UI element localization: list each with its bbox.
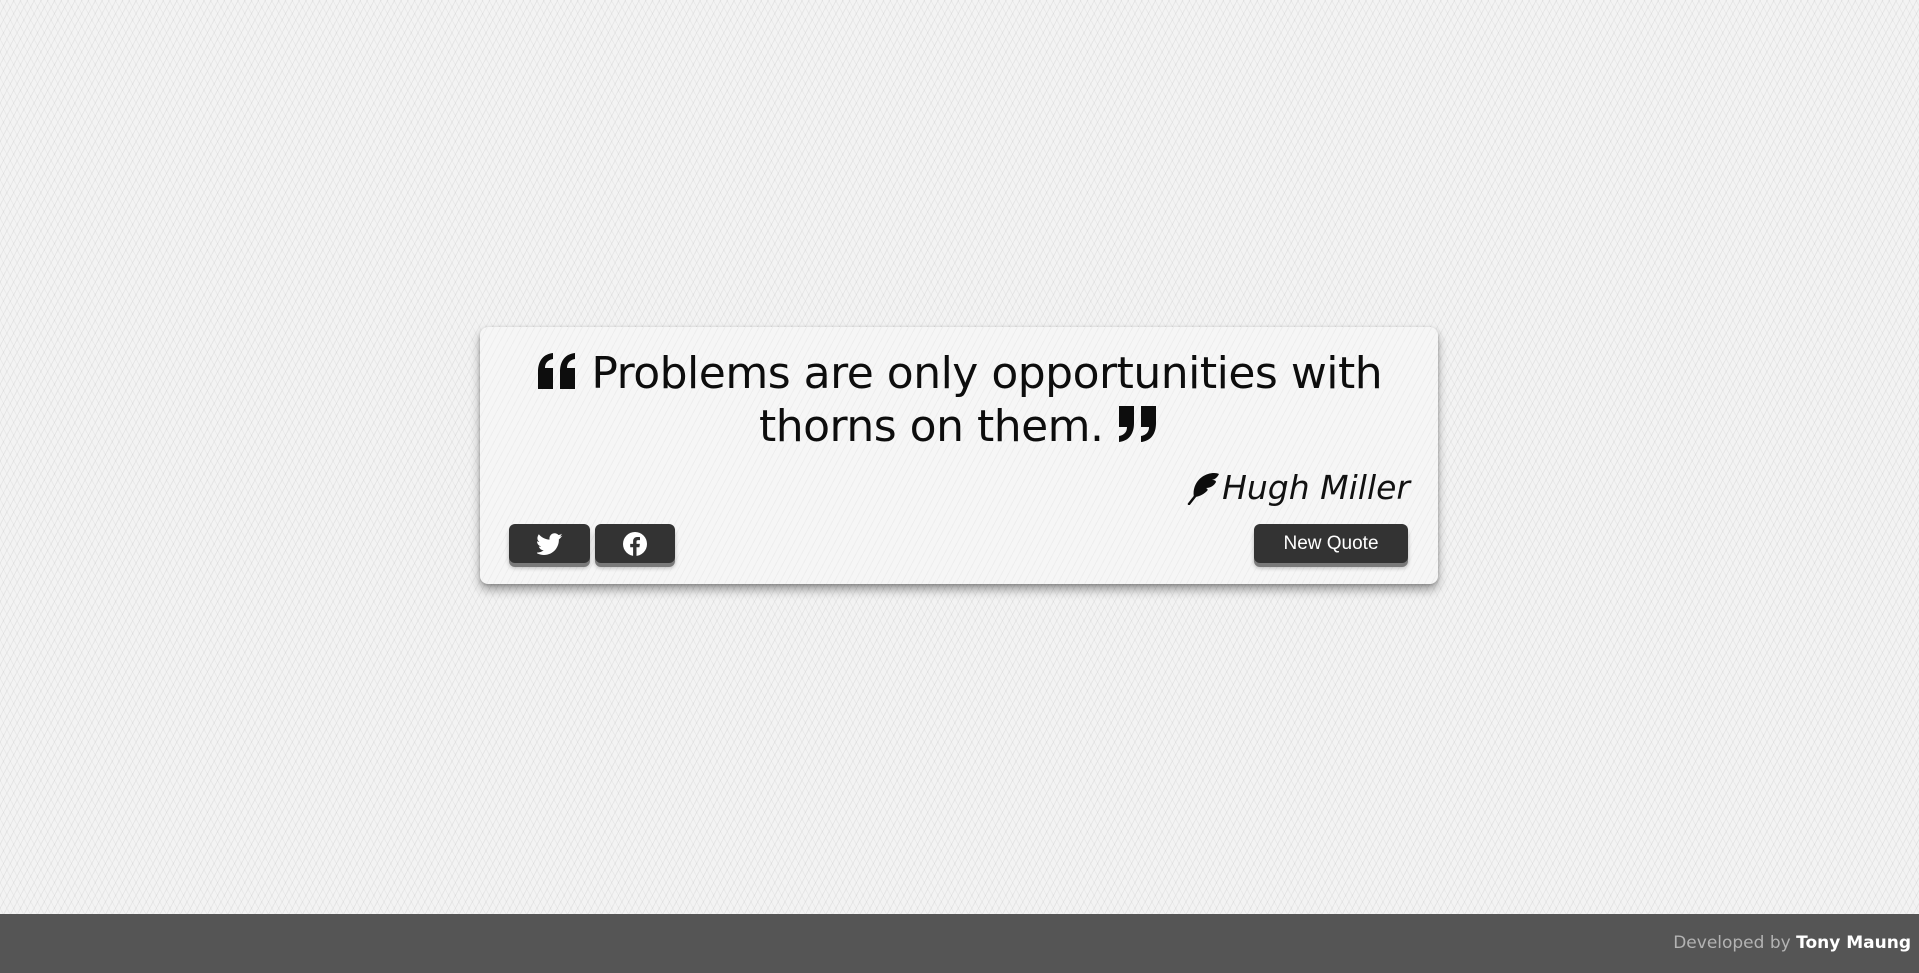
quote-text-block: Problems are only opportunities with tho… <box>510 347 1408 453</box>
quote-box: Problems are only opportunities with tho… <box>480 327 1438 584</box>
facebook-share-button[interactable] <box>595 524 675 563</box>
quote-right-icon <box>1117 405 1159 443</box>
author-name: Hugh Miller <box>1222 468 1410 507</box>
footer-credit: Developed by Tony Maung <box>1673 933 1911 953</box>
new-quote-button[interactable]: New Quote <box>1254 524 1408 563</box>
facebook-icon <box>623 531 647 556</box>
footer-credit-prefix: Developed by <box>1673 933 1791 953</box>
quote-left-icon <box>536 352 578 390</box>
footer: Developed by Tony Maung <box>0 914 1919 973</box>
twitter-icon <box>536 532 563 555</box>
quote-text: Problems are only opportunities with tho… <box>591 348 1383 452</box>
feather-icon <box>1186 471 1220 505</box>
tweet-button[interactable] <box>509 524 590 563</box>
quote-author: Hugh Miller <box>1186 468 1410 507</box>
footer-developer-name: Tony Maung <box>1796 933 1911 953</box>
